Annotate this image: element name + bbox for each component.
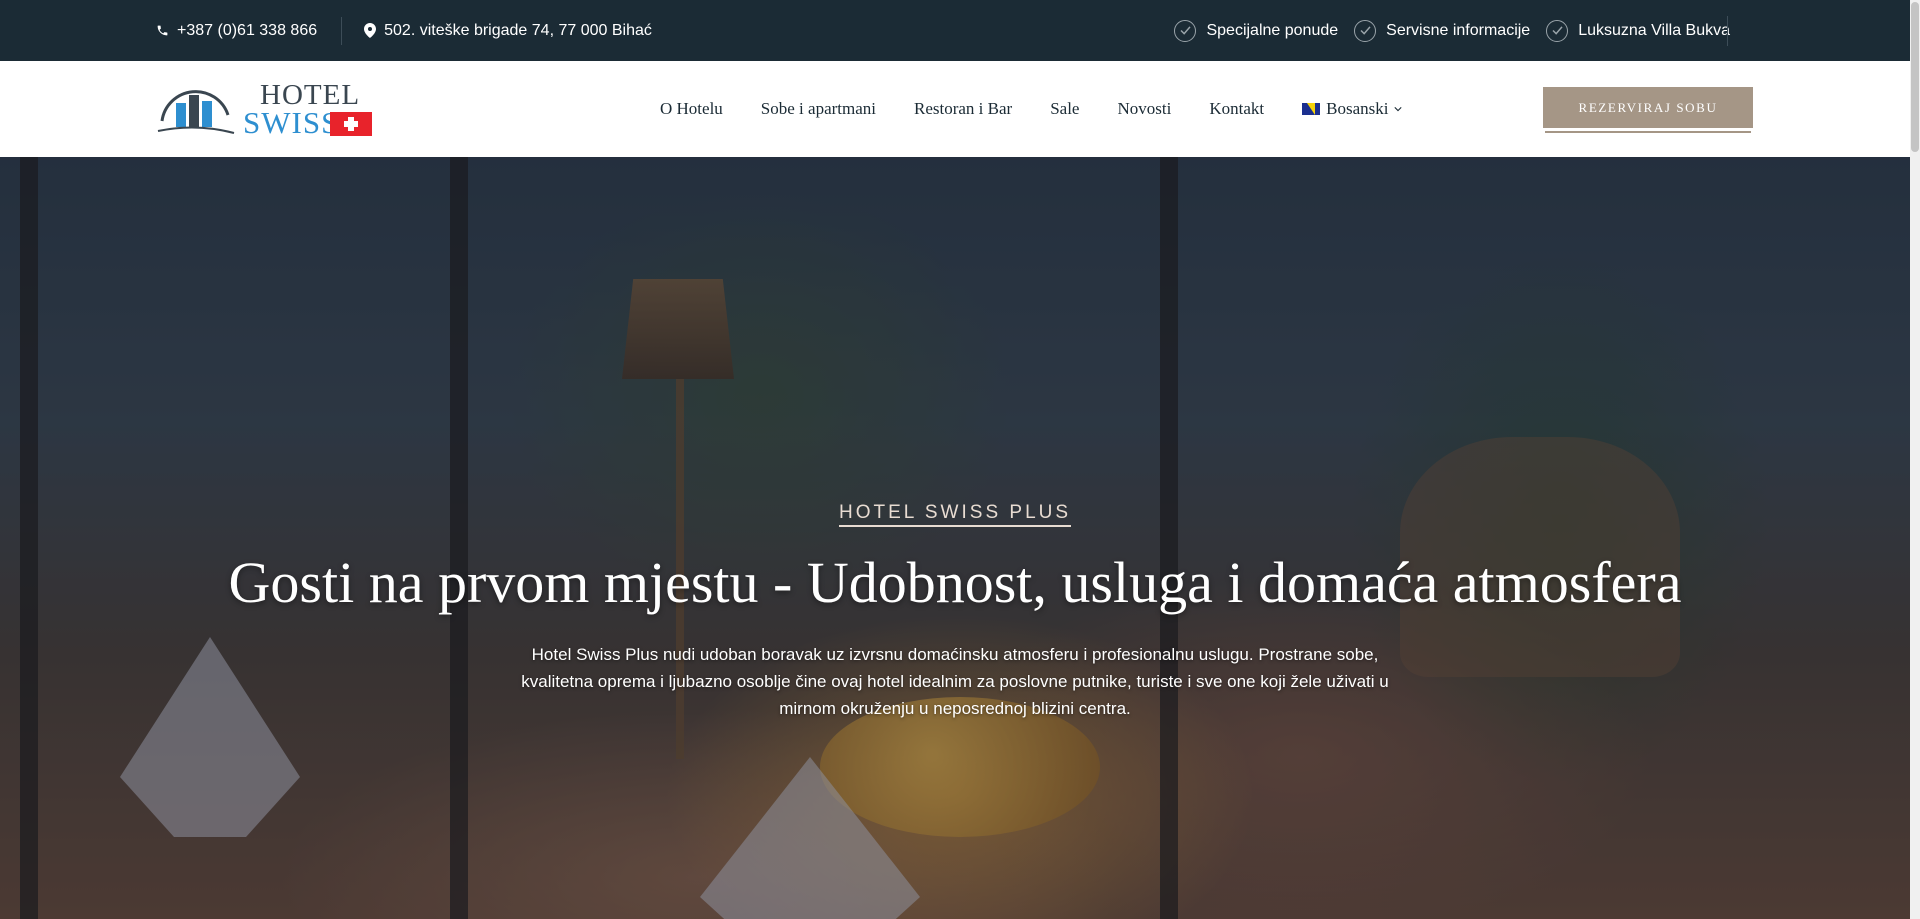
main-nav: O Hotelu Sobe i apartmani Restoran i Bar… [660,61,1403,157]
hero-eyebrow-text: HOTEL SWISS PLUS [838,502,1072,527]
map-pin-icon [364,23,377,38]
divider [1727,16,1728,46]
hero-banner: HOTEL SWISS PLUS Gosti na prvom mjestu -… [0,157,1910,919]
check-circle-icon [1546,19,1569,42]
top-link-service-info[interactable]: Servisne informacije [1354,19,1531,42]
top-links: Specijalne ponude Servisne informacije L… [1174,0,1730,61]
chevron-down-icon [1394,107,1403,112]
book-room-button[interactable]: REZERVIRAJ SOBU [1543,87,1753,131]
top-bar: +387 (0)61 338 866 502. viteške brigade … [0,0,1910,61]
divider [341,16,343,45]
nav-item-contact[interactable]: Kontakt [1209,99,1264,119]
nav-item-restaurant[interactable]: Restoran i Bar [914,99,1012,119]
phone-number: +387 (0)61 338 866 [177,21,318,39]
check-circle-icon [1354,19,1377,42]
hero-content: HOTEL SWISS PLUS Gosti na prvom mjestu -… [0,157,1910,919]
hero-eyebrow: HOTEL SWISS PLUS [0,502,1910,527]
phone-link[interactable]: +387 (0)61 338 866 [156,22,317,40]
scrollbar-thumb[interactable] [1911,2,1919,152]
nav-item-news[interactable]: Novosti [1117,99,1171,119]
building-logo-icon [157,90,235,134]
top-link-villa-bukva[interactable]: Luksuzna Villa Bukva [1546,19,1730,42]
main-header: HOTEL SWISS O Hotelu Sobe i apartmani Re… [0,61,1910,157]
bosnia-flag-icon [1302,103,1321,115]
language-selector[interactable]: Bosanski [1302,99,1403,119]
hero-description: Hotel Swiss Plus nudi udoban boravak uz … [521,645,1389,718]
top-link-label: Specijalne ponude [1206,21,1339,39]
page-scrollbar[interactable] [1910,0,1920,919]
logo-swiss-text: SWISS [243,105,340,140]
nav-item-rooms[interactable]: Sobe i apartmani [761,99,876,119]
address-link[interactable]: 502. viteške brigade 74, 77 000 Bihać [364,22,652,40]
nav-item-about[interactable]: O Hotelu [660,99,723,119]
phone-icon [157,25,168,36]
check-circle-icon [1174,19,1197,42]
swiss-flag-icon [330,112,372,136]
language-label: Bosanski [1326,99,1389,118]
hero-headline: Gosti na prvom mjestu - Udobnost, usluga… [228,550,1682,615]
hotel-logo[interactable]: HOTEL SWISS [156,79,376,140]
top-link-label: Servisne informacije [1386,21,1531,39]
address-text: 502. viteške brigade 74, 77 000 Bihać [384,21,652,39]
contact-info: +387 (0)61 338 866 502. viteške brigade … [156,0,652,61]
top-link-label: Luksuzna Villa Bukva [1578,21,1730,39]
nav-item-halls[interactable]: Sale [1050,99,1079,119]
top-link-special-offers[interactable]: Specijalne ponude [1174,19,1339,42]
